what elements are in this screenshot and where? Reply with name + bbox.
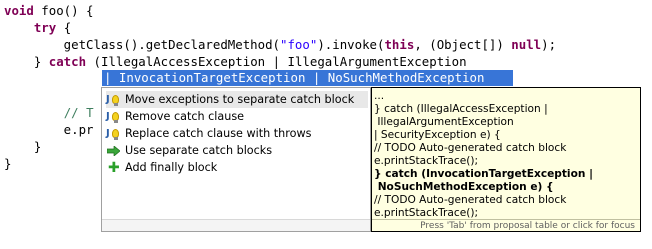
code-keyword: void [4, 3, 34, 18]
preview-line: // TODO Auto-generated catch block [374, 194, 567, 206]
code-text: getClass().getDeclaredMethod( [4, 37, 281, 52]
code-line: e.pr [4, 121, 94, 139]
proposal-move-exceptions[interactable]: J Move exceptions to separate catch bloc… [106, 91, 368, 108]
proposal-separate-catch-blocks[interactable]: Use separate catch blocks [106, 142, 368, 159]
proposal-preview-panel[interactable]: ... } catch (IllegalAccessException | Il… [371, 87, 641, 232]
preview-line: NoSuchMethodException e) { [374, 181, 554, 193]
preview-line: // TODO Auto-generated catch block [374, 142, 567, 154]
code-text: } [4, 156, 12, 171]
code-line: getClass().getDeclaredMethod("foo").invo… [4, 36, 556, 54]
green-plus-icon: ✚ [108, 159, 120, 176]
code-text: ); [541, 37, 557, 52]
quickfix-bulb-icon: J [106, 109, 122, 125]
code-text: foo() { [33, 3, 94, 18]
code-text: ).invoke( [317, 37, 385, 52]
selected-code-text: | InvocationTargetException | NoSuchMeth… [104, 70, 485, 85]
code-text: } [4, 139, 42, 154]
quickfix-bulb-icon: J [106, 126, 122, 142]
code-string: "foo" [280, 37, 318, 52]
code-text: e.pr [4, 122, 94, 137]
preview-line: } catch (IllegalAccessException | [374, 103, 548, 115]
proposal-label: Use separate catch blocks [125, 144, 273, 157]
preview-line: e.printStackTrace(); [374, 155, 479, 167]
code-text: (IllegalAccessException | IllegalArgumen… [86, 54, 467, 69]
preview-status-hint: Press 'Tab' from proposal table or click… [372, 219, 640, 231]
preview-line: ... [374, 90, 385, 102]
proposal-label: Replace catch clause with throws [125, 127, 312, 140]
code-line: try { [4, 19, 71, 37]
code-line: } [4, 155, 11, 173]
code-text: , (Object[]) [414, 37, 512, 52]
code-line: } [4, 138, 41, 156]
code-text: { [56, 20, 72, 35]
code-text: } [4, 54, 49, 69]
code-line: void foo() { [4, 2, 94, 20]
quick-fix-proposal-list[interactable]: J Move exceptions to separate catch bloc… [101, 87, 371, 232]
proposal-add-finally[interactable]: ✚ Add finally block [106, 159, 368, 176]
code-keyword: null [511, 37, 542, 52]
proposal-label: Add finally block [125, 161, 218, 174]
code-keyword: catch [48, 54, 87, 69]
code-line: // T [4, 104, 94, 122]
preview-line: } catch (InvocationTargetException | [374, 168, 593, 180]
preview-line: IllegalArgumentException [374, 116, 514, 128]
proposal-replace-with-throws[interactable]: J Replace catch clause with throws [106, 125, 368, 142]
proposal-label: Move exceptions to separate catch block [125, 93, 355, 106]
horizontal-scrollbar[interactable] [102, 219, 370, 231]
preview-line: | SecurityException e) { [374, 129, 501, 141]
quickfix-bulb-icon: J [106, 92, 122, 108]
code-comment: // T [63, 105, 94, 120]
green-arrow-icon [106, 143, 122, 159]
proposal-label: Remove catch clause [125, 110, 245, 123]
proposal-remove-catch[interactable]: J Remove catch clause [106, 108, 368, 125]
code-keyword: this [384, 37, 415, 52]
code-keyword: try [33, 20, 57, 35]
